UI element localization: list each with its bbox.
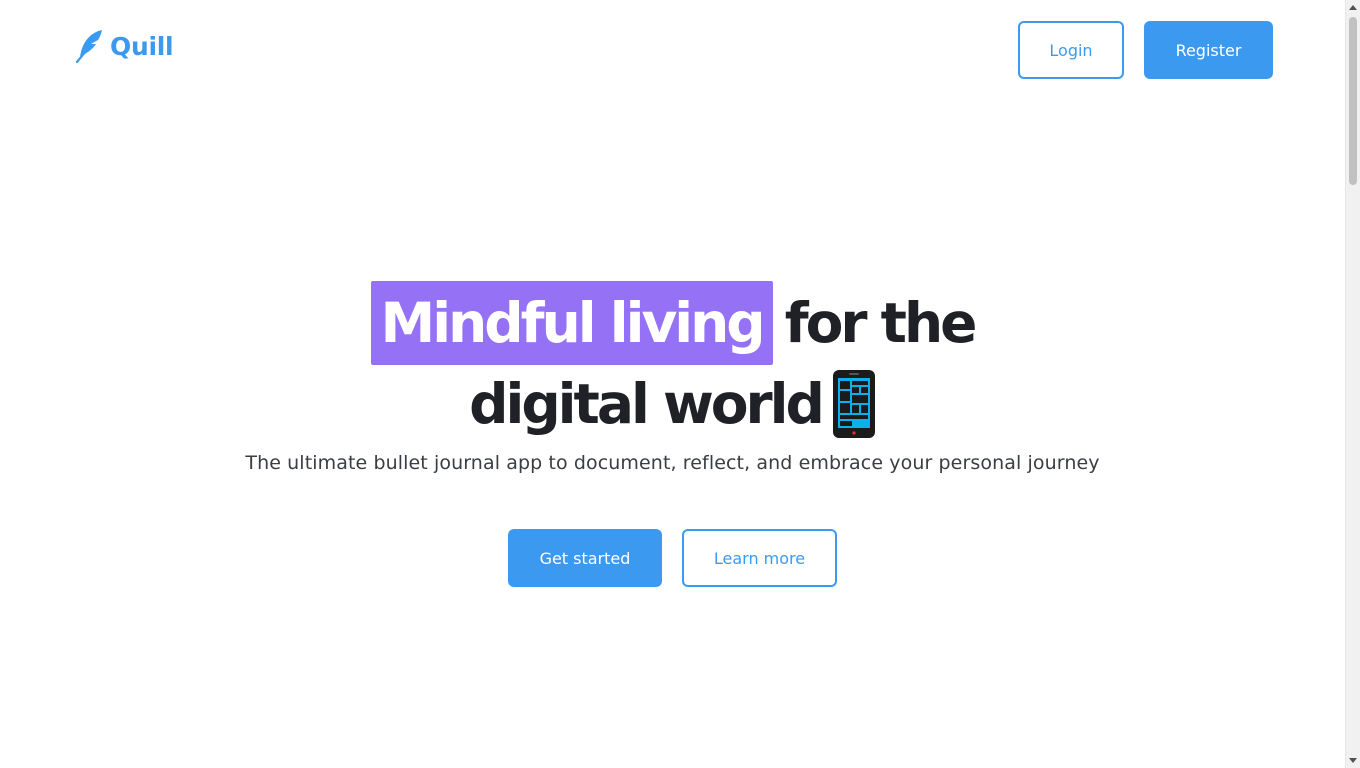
get-started-button[interactable]: Get started (508, 529, 662, 587)
feather-icon (74, 28, 106, 64)
headline-line1-rest: for the (784, 290, 978, 355)
mobile-phone-icon (832, 369, 876, 439)
hero-subtitle: The ultimate bullet journal app to docum… (245, 452, 1100, 474)
scrollbar-thumb[interactable] (1349, 17, 1357, 185)
learn-more-button[interactable]: Learn more (682, 529, 837, 587)
scroll-up-icon[interactable] (1349, 5, 1357, 10)
hero-headline-line2: digital world (0, 364, 1345, 444)
logo-text: Quill (110, 31, 174, 61)
hero-headline-line1: Mindful living for the (0, 281, 1345, 365)
register-button[interactable]: Register (1144, 21, 1273, 79)
login-button[interactable]: Login (1018, 21, 1124, 79)
headline-highlight-text: Mindful living (380, 290, 766, 355)
scroll-down-icon[interactable] (1349, 758, 1357, 763)
headline-line2-text: digital world (469, 371, 825, 436)
headline-highlight: Mindful living (370, 281, 773, 365)
landing-page: Quill Login Register Mindful living for … (0, 0, 1345, 768)
logo-link[interactable]: Quill (74, 28, 174, 64)
vertical-scrollbar[interactable] (1345, 0, 1360, 768)
